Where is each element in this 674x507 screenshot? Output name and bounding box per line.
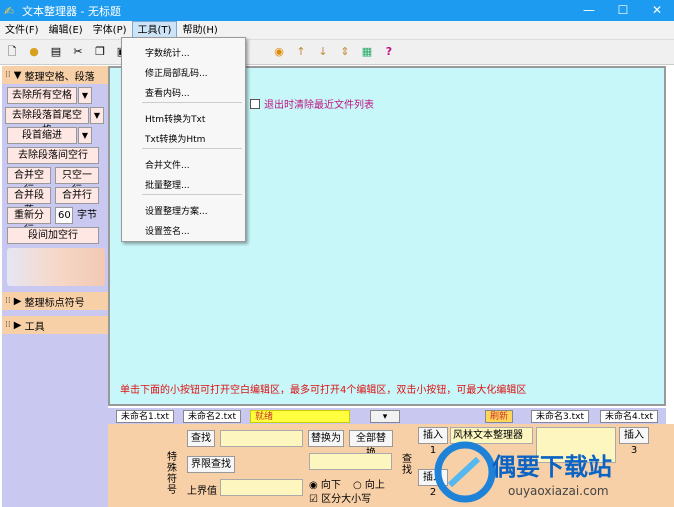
merge-line-button[interactable]: 合并行 <box>55 187 99 204</box>
grip-icon: ⁞⁞ <box>5 320 11 330</box>
menu-bar: 文件(F) 编辑(E) 字体(P) 工具(T) 帮助(H) <box>0 20 674 40</box>
tools-dropdown-menu: 字数统计... 修正局部乱码... 查看内码... Htm转换为Txt Txt转… <box>121 37 246 242</box>
toolbar: 🗋 ● ▤ ✂ ❐ ▣ ◉ ↑ ↓ ⇕ ▦ ? <box>0 40 674 65</box>
section-title: 整理空格、段落 <box>24 71 95 83</box>
section-title: 整理标点符号 <box>24 297 85 309</box>
menu-help[interactable]: 帮助(H) <box>177 22 222 39</box>
menu-item-word-count[interactable]: 字数统计... <box>145 46 190 59</box>
watermark-url: ouyaoxiazai.com <box>508 484 609 498</box>
watermark-logo-icon <box>434 441 496 503</box>
add-blank-button[interactable]: 段间加空行 <box>7 227 99 244</box>
menu-file[interactable]: 文件(F) <box>0 22 44 39</box>
case-label: 区分大小写 <box>321 494 372 505</box>
chevron-down-icon[interactable]: ▼ <box>90 107 104 124</box>
minimize-button[interactable]: — <box>572 0 606 21</box>
chevron-down-icon[interactable]: ▼ <box>78 127 92 144</box>
chars-input[interactable]: 60 <box>55 207 73 224</box>
left-panel: ⁞⁞▼ 整理空格、段落 去除所有空格▼ 去除段落首尾空格▼ 段首缩进▼ 去除段落… <box>2 66 108 507</box>
indent-button[interactable]: 段首缩进 <box>7 127 77 144</box>
tab-untitled-3[interactable]: 未命名3.txt <box>531 410 589 423</box>
hint-text: 单击下面的小按钮可打开空白编辑区，最多可打开4个编辑区，双击小按钮，可最大化编辑… <box>120 385 527 396</box>
menu-item-set-signature[interactable]: 设置签名... <box>145 224 190 237</box>
tab-untitled-2[interactable]: 未命名2.txt <box>183 410 241 423</box>
merge-blank-button[interactable]: 合并空行 <box>7 167 51 196</box>
section-punct-header[interactable]: ⁞⁞ ▶ 整理标点符号 <box>2 292 108 310</box>
menu-separator <box>142 102 242 103</box>
window-title: 文本整理器 - 无标题 <box>22 4 121 18</box>
menu-item-htm-to-txt[interactable]: Htm转换为Txt <box>145 112 205 125</box>
find-input[interactable] <box>220 430 303 447</box>
menu-item-fix-garbled[interactable]: 修正局部乱码... <box>145 66 208 79</box>
replace-all-button[interactable]: 全部替换 <box>349 430 393 459</box>
cut-icon[interactable]: ✂ <box>71 45 85 59</box>
scroll-down-button[interactable]: ▾ <box>370 410 400 423</box>
upper-label: 上界值 <box>187 486 217 497</box>
close-button[interactable]: ✕ <box>640 0 674 21</box>
save-icon[interactable]: ▤ <box>49 45 63 59</box>
menu-item-set-scheme[interactable]: 设置整理方案... <box>145 204 208 217</box>
menu-separator <box>142 194 242 195</box>
remove-all-spaces-button[interactable]: 去除所有空格 <box>7 87 77 104</box>
tab-untitled-4[interactable]: 未命名4.txt <box>600 410 658 423</box>
remove-blank-lines-button[interactable]: 去除段落间空行 <box>7 147 99 164</box>
find-button[interactable]: 查找 <box>187 430 215 447</box>
refresh-tab[interactable]: 刷新 <box>485 410 514 423</box>
watermark-brand: 偶要下载站 <box>492 453 612 481</box>
exit-clear-checkbox[interactable]: 退出时清除最近文件列表 <box>250 96 374 111</box>
hand-image <box>7 248 105 286</box>
down-radio[interactable]: ◉ 向下 <box>309 476 341 491</box>
special-symbols-label: 特殊符号 <box>167 452 177 496</box>
search-section-label: 查找 <box>402 454 412 476</box>
status-ready: 就绪 <box>250 410 350 423</box>
tab-untitled-1[interactable]: 未命名1.txt <box>116 410 174 423</box>
menu-separator <box>142 148 242 149</box>
up-radio[interactable]: ○ 向上 <box>353 476 385 491</box>
updown-icon[interactable]: ⇕ <box>338 45 352 59</box>
palette-icon[interactable]: ▦ <box>360 45 374 59</box>
checkbox-label: 退出时清除最近文件列表 <box>264 100 374 111</box>
boundary-find-button[interactable]: 界限查找 <box>187 456 235 473</box>
menu-item-merge-files[interactable]: 合并文件... <box>145 158 190 171</box>
help-icon[interactable]: ? <box>382 45 396 59</box>
rebreak-button[interactable]: 重新分行 <box>7 207 51 236</box>
open-icon[interactable]: ● <box>27 45 41 59</box>
upper-input[interactable] <box>220 479 303 496</box>
menu-item-view-code[interactable]: 查看内码... <box>145 86 190 99</box>
replace-input[interactable] <box>309 453 392 470</box>
section-spaces-header[interactable]: ⁞⁞ ▼ 整理空格、段落 <box>2 66 108 84</box>
chars-unit: 字节 <box>77 210 97 221</box>
menu-item-txt-to-htm[interactable]: Txt转换为Htm <box>145 132 205 145</box>
chevron-down-icon[interactable]: ▼ <box>78 87 92 104</box>
remove-leading-trailing-button[interactable]: 去除段落首尾空格 <box>5 107 89 136</box>
run-icon[interactable]: ◉ <box>272 45 286 59</box>
grip-icon: ⁞⁞ <box>5 296 11 306</box>
copy-icon[interactable]: ❐ <box>93 45 107 59</box>
up-arrow-icon[interactable]: ↑ <box>294 45 308 59</box>
merge-paragraph-button[interactable]: 合并段落 <box>7 187 51 216</box>
editor-tab-bar: 未命名1.txt 未命名2.txt 就绪 ▾ 刷新 未命名3.txt 未命名4.… <box>108 408 666 424</box>
down-arrow-icon[interactable]: ↓ <box>316 45 330 59</box>
new-icon[interactable]: 🗋 <box>5 45 19 59</box>
menu-edit[interactable]: 编辑(E) <box>44 22 88 39</box>
menu-item-batch[interactable]: 批量整理... <box>145 178 190 191</box>
watermark: 偶要下载站 ouyaoxiazai.com <box>430 437 674 507</box>
checkbox-box[interactable] <box>250 98 260 109</box>
app-icon: ✍ <box>4 3 15 18</box>
section-tools-header[interactable]: ⁞⁞ ▶ 工具 <box>2 316 108 334</box>
case-checkbox[interactable]: ☑ 区分大小写 <box>309 490 371 505</box>
menu-font[interactable]: 字体(P) <box>88 22 132 39</box>
grip-icon: ⁞⁞ <box>5 70 11 80</box>
title-bar: ✍ 文本整理器 - 无标题 — ☐ ✕ <box>0 0 674 21</box>
maximize-button[interactable]: ☐ <box>606 0 640 21</box>
section-title: 工具 <box>24 321 45 333</box>
one-blank-button[interactable]: 只空一行 <box>55 167 99 196</box>
replace-button[interactable]: 替换为 <box>308 430 344 447</box>
